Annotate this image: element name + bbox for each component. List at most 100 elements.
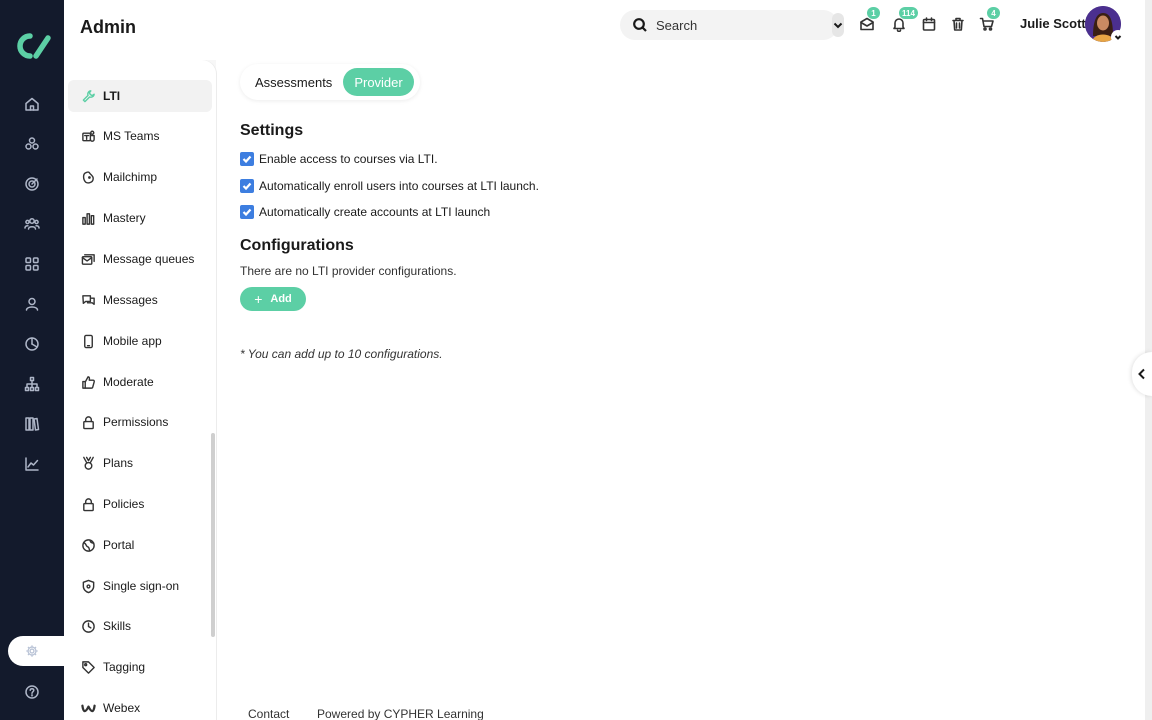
calendar-icon <box>922 17 936 31</box>
notifications-button[interactable]: 114 <box>889 7 918 34</box>
sidebar-item-label: Single sign-on <box>103 579 180 593</box>
sidebar-item-lti[interactable]: LTI <box>68 80 212 112</box>
chat-icon <box>80 292 96 308</box>
sidebar-item-policies[interactable]: Policies <box>68 488 212 520</box>
sidebar-item-label: Mailchimp <box>103 170 158 184</box>
cart-badge: 4 <box>987 7 1000 19</box>
help-icon[interactable] <box>20 680 44 704</box>
sidebar-item-label: Permissions <box>103 415 169 429</box>
search-scope-dropdown[interactable] <box>832 13 844 37</box>
sidebar-item-mastery[interactable]: Mastery <box>68 202 212 234</box>
trend-chart-icon[interactable] <box>20 452 44 476</box>
mailchimp-icon <box>80 169 96 185</box>
sidebar-item-label: Messages <box>103 293 158 307</box>
sidebar-item-messages[interactable]: Messages <box>68 284 212 316</box>
chevron-down-icon <box>1114 35 1122 40</box>
message-queue-icon <box>80 251 96 267</box>
auto-create-checkbox[interactable] <box>240 205 254 219</box>
search-input[interactable] <box>656 17 832 33</box>
tab-assessments[interactable]: Assessments <box>244 68 343 96</box>
search-bar[interactable] <box>620 10 844 40</box>
search-icon <box>632 17 648 33</box>
sidebar-item-ms-teams[interactable]: MS Teams <box>68 120 212 152</box>
sidebar-item-label: MS Teams <box>103 129 160 143</box>
org-chart-icon[interactable] <box>20 372 44 396</box>
apps-icon[interactable] <box>20 252 44 276</box>
sidebar-item-permissions[interactable]: Permissions <box>68 406 212 438</box>
sidebar-item-label: Skills <box>103 619 132 633</box>
trash-button[interactable] <box>948 14 968 34</box>
messages-badge: 1 <box>867 7 880 19</box>
user-name[interactable]: Julie Scott <box>1020 16 1086 31</box>
wrench-icon <box>80 88 96 104</box>
target-icon[interactable] <box>20 172 44 196</box>
footer-contact-link[interactable]: Contact <box>248 707 289 720</box>
sidebar-item-tagging[interactable]: Tagging <box>68 651 212 683</box>
shield-icon <box>80 578 96 594</box>
groups-icon[interactable] <box>20 212 44 236</box>
checkbox-label: Enable access to courses via LTI. <box>259 152 438 166</box>
sidebar-item-label: Policies <box>103 497 145 511</box>
chevron-down-icon <box>833 22 843 29</box>
panel-toggle-button[interactable] <box>1132 352 1152 396</box>
clock-icon <box>80 618 96 634</box>
calendar-button[interactable] <box>919 14 939 34</box>
settings-heading: Settings <box>240 122 304 139</box>
plus-icon: + <box>254 291 263 307</box>
sidebar-item-label: LTI <box>103 89 121 103</box>
sidebar-item-label: Mobile app <box>103 334 162 348</box>
cart-button[interactable]: 4 <box>977 7 1000 34</box>
courses-icon[interactable] <box>20 132 44 156</box>
configuration-limit-note: * You can add up to 10 configurations. <box>240 347 443 361</box>
sidebar-item-label: Portal <box>103 538 135 552</box>
sidebar-item-label: Mastery <box>103 211 146 225</box>
enable-access-checkbox[interactable] <box>240 152 254 166</box>
sidebar-item-message-queues[interactable]: Message queues <box>68 243 212 275</box>
user-icon[interactable] <box>20 292 44 316</box>
add-configuration-button[interactable]: + Add <box>240 287 306 311</box>
settings-gear-icon[interactable] <box>8 636 68 666</box>
sidebar-item-portal[interactable]: Portal <box>68 529 212 561</box>
tag-icon <box>80 659 96 675</box>
checkmark-icon <box>242 155 252 164</box>
cypher-logo[interactable] <box>10 28 54 64</box>
sidebar-item-skills[interactable]: Skills <box>68 610 212 642</box>
tab-provider[interactable]: Provider <box>343 68 414 96</box>
checkmark-icon <box>242 208 252 217</box>
setting-enable-access: Enable access to courses via LTI. <box>240 151 438 167</box>
sidebar-item-single-sign-on[interactable]: Single sign-on <box>68 570 212 602</box>
sidebar-item-mobile-app[interactable]: Mobile app <box>68 325 212 357</box>
lock-icon <box>80 414 96 430</box>
footer-powered-by[interactable]: Powered by CYPHER Learning <box>317 707 484 720</box>
tab-bar: Assessments Provider <box>240 64 420 100</box>
mobile-icon <box>80 333 96 349</box>
globe-icon <box>80 537 96 553</box>
analytics-pie-icon[interactable] <box>20 332 44 356</box>
empty-state-text: There are no LTI provider configurations… <box>240 264 457 278</box>
messages-button[interactable]: 1 <box>857 7 880 34</box>
home-icon[interactable] <box>20 92 44 116</box>
setting-auto-enroll: Automatically enroll users into courses … <box>240 178 539 194</box>
sidebar-scrollbar[interactable] <box>211 433 215 637</box>
sidebar-item-mailchimp[interactable]: Mailchimp <box>68 161 212 193</box>
medal-icon <box>80 455 96 471</box>
user-menu-caret[interactable] <box>1111 30 1125 44</box>
sidebar-item-label: Tagging <box>103 660 146 674</box>
sidebar-item-label: Webex <box>103 701 141 715</box>
sidebar-item-label: Message queues <box>103 252 195 266</box>
sidebar-item-plans[interactable]: Plans <box>68 447 212 479</box>
sidebar-item-webex[interactable]: Webex <box>68 692 212 720</box>
library-icon[interactable] <box>20 412 44 436</box>
lock-icon <box>80 496 96 512</box>
setting-auto-create-accounts: Automatically create accounts at LTI lau… <box>240 204 490 220</box>
app-rail <box>0 0 64 720</box>
checkmark-icon <box>242 182 252 191</box>
configurations-heading: Configurations <box>240 237 354 254</box>
auto-enroll-checkbox[interactable] <box>240 179 254 193</box>
webex-icon <box>80 700 96 716</box>
page-title: Admin <box>80 17 136 37</box>
add-button-label: Add <box>270 293 292 305</box>
sidebar-item-moderate[interactable]: Moderate <box>68 366 212 398</box>
admin-sidebar: LTI MS Teams Mailchimp Mastery Message q… <box>64 60 216 720</box>
checkbox-label: Automatically create accounts at LTI lau… <box>259 205 491 219</box>
